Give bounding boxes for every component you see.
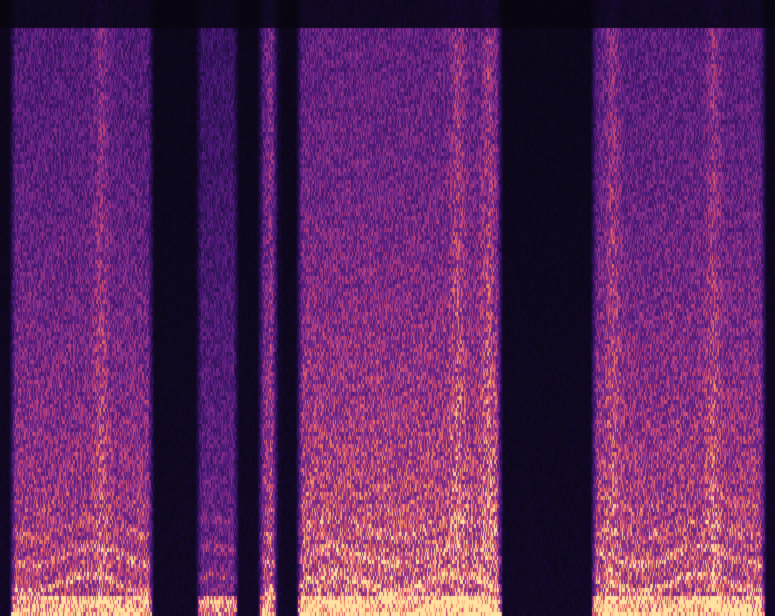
spectrogram-image	[0, 0, 775, 616]
